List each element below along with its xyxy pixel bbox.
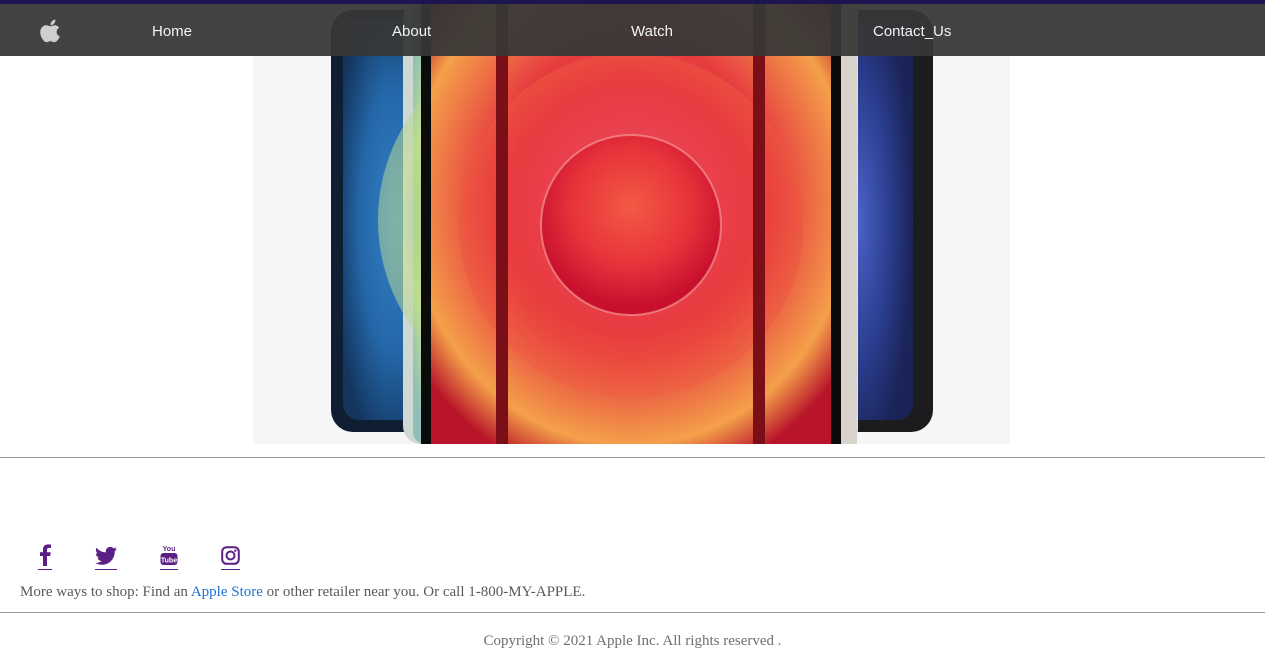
nav-link-about[interactable]: About [392, 23, 431, 40]
iphone-lineup-illustration [253, 0, 1010, 444]
apple-logo-icon[interactable] [40, 19, 62, 43]
svg-text:You: You [163, 546, 176, 553]
top-accent-strip [0, 0, 1265, 4]
facebook-icon[interactable] [38, 544, 52, 570]
copyright-text: Copyright © 2021 Apple Inc. All rights r… [483, 633, 782, 649]
nav-link-home[interactable]: Home [152, 23, 192, 40]
hero-image [253, 0, 1010, 444]
youtube-icon[interactable]: You Tube [160, 544, 178, 570]
more-ways-to-shop-text: More ways to shop: Find an Apple Store o… [20, 584, 585, 601]
apple-store-link[interactable]: Apple Store [191, 584, 263, 600]
shop-text-suffix: or other retailer near you. Or call 1-80… [262, 584, 586, 600]
svg-text:Tube: Tube [161, 558, 177, 565]
navbar: Home About Watch Contact_Us [0, 4, 1265, 56]
twitter-icon[interactable] [95, 544, 117, 570]
nav-link-contact-us[interactable]: Contact_Us [873, 23, 951, 40]
instagram-icon[interactable] [221, 544, 240, 570]
nav-link-watch[interactable]: Watch [631, 23, 673, 40]
section-divider [0, 457, 1265, 458]
shop-text-prefix: More ways to shop: Find an [20, 584, 191, 600]
footer-divider [0, 612, 1265, 613]
